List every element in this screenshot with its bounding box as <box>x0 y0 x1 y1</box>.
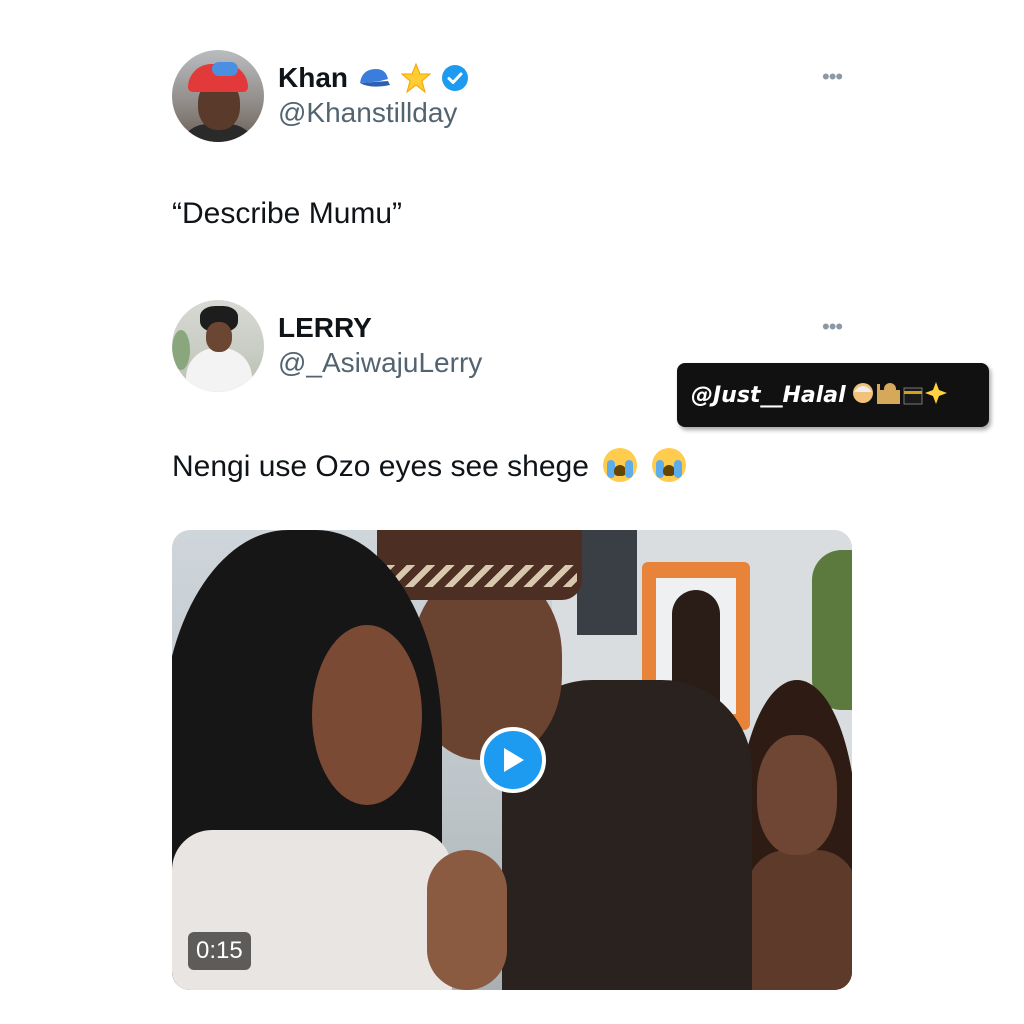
video-duration: 0:15 <box>188 932 251 970</box>
user-handle[interactable]: @Khanstillday <box>278 95 470 131</box>
watermark-badge: @Just__Halal <box>677 363 989 427</box>
more-options-icon[interactable]: ••• <box>822 316 843 338</box>
person-icon <box>852 382 873 403</box>
tweet-text-content: Nengi use Ozo eyes see shege <box>172 450 589 483</box>
tweet-text: “Describe Mumu” <box>172 197 403 230</box>
kaaba-icon <box>903 387 923 404</box>
avatar-lerry[interactable] <box>172 300 264 392</box>
user-handle[interactable]: @_AsiwajuLerry <box>278 345 482 381</box>
tweet-text: Nengi use Ozo eyes see shege <box>172 447 686 487</box>
glowing-star-icon <box>400 62 432 94</box>
play-button[interactable] <box>480 727 546 793</box>
loudly-crying-face-icon <box>603 448 638 482</box>
loudly-crying-face-icon <box>651 448 686 482</box>
sparkles-icon <box>924 381 947 404</box>
user-names: LERRY @_AsiwajuLerry <box>278 311 482 381</box>
play-icon <box>504 748 524 772</box>
tweet-header-lerry: LERRY @_AsiwajuLerry <box>172 300 482 392</box>
blue-cap-icon <box>356 65 392 91</box>
display-name[interactable]: Khan <box>278 61 348 95</box>
watermark-decor <box>852 380 948 411</box>
display-name[interactable]: LERRY <box>278 311 372 345</box>
tweet-header-khan: Khan @Khanstillday <box>172 50 470 142</box>
more-options-icon[interactable]: ••• <box>822 66 843 88</box>
user-names: Khan @Khanstillday <box>278 61 470 131</box>
verified-badge-icon <box>440 63 470 93</box>
avatar-khan[interactable] <box>172 50 264 142</box>
mosque-icon <box>876 382 900 404</box>
watermark-text: @Just__Halal <box>691 382 846 408</box>
